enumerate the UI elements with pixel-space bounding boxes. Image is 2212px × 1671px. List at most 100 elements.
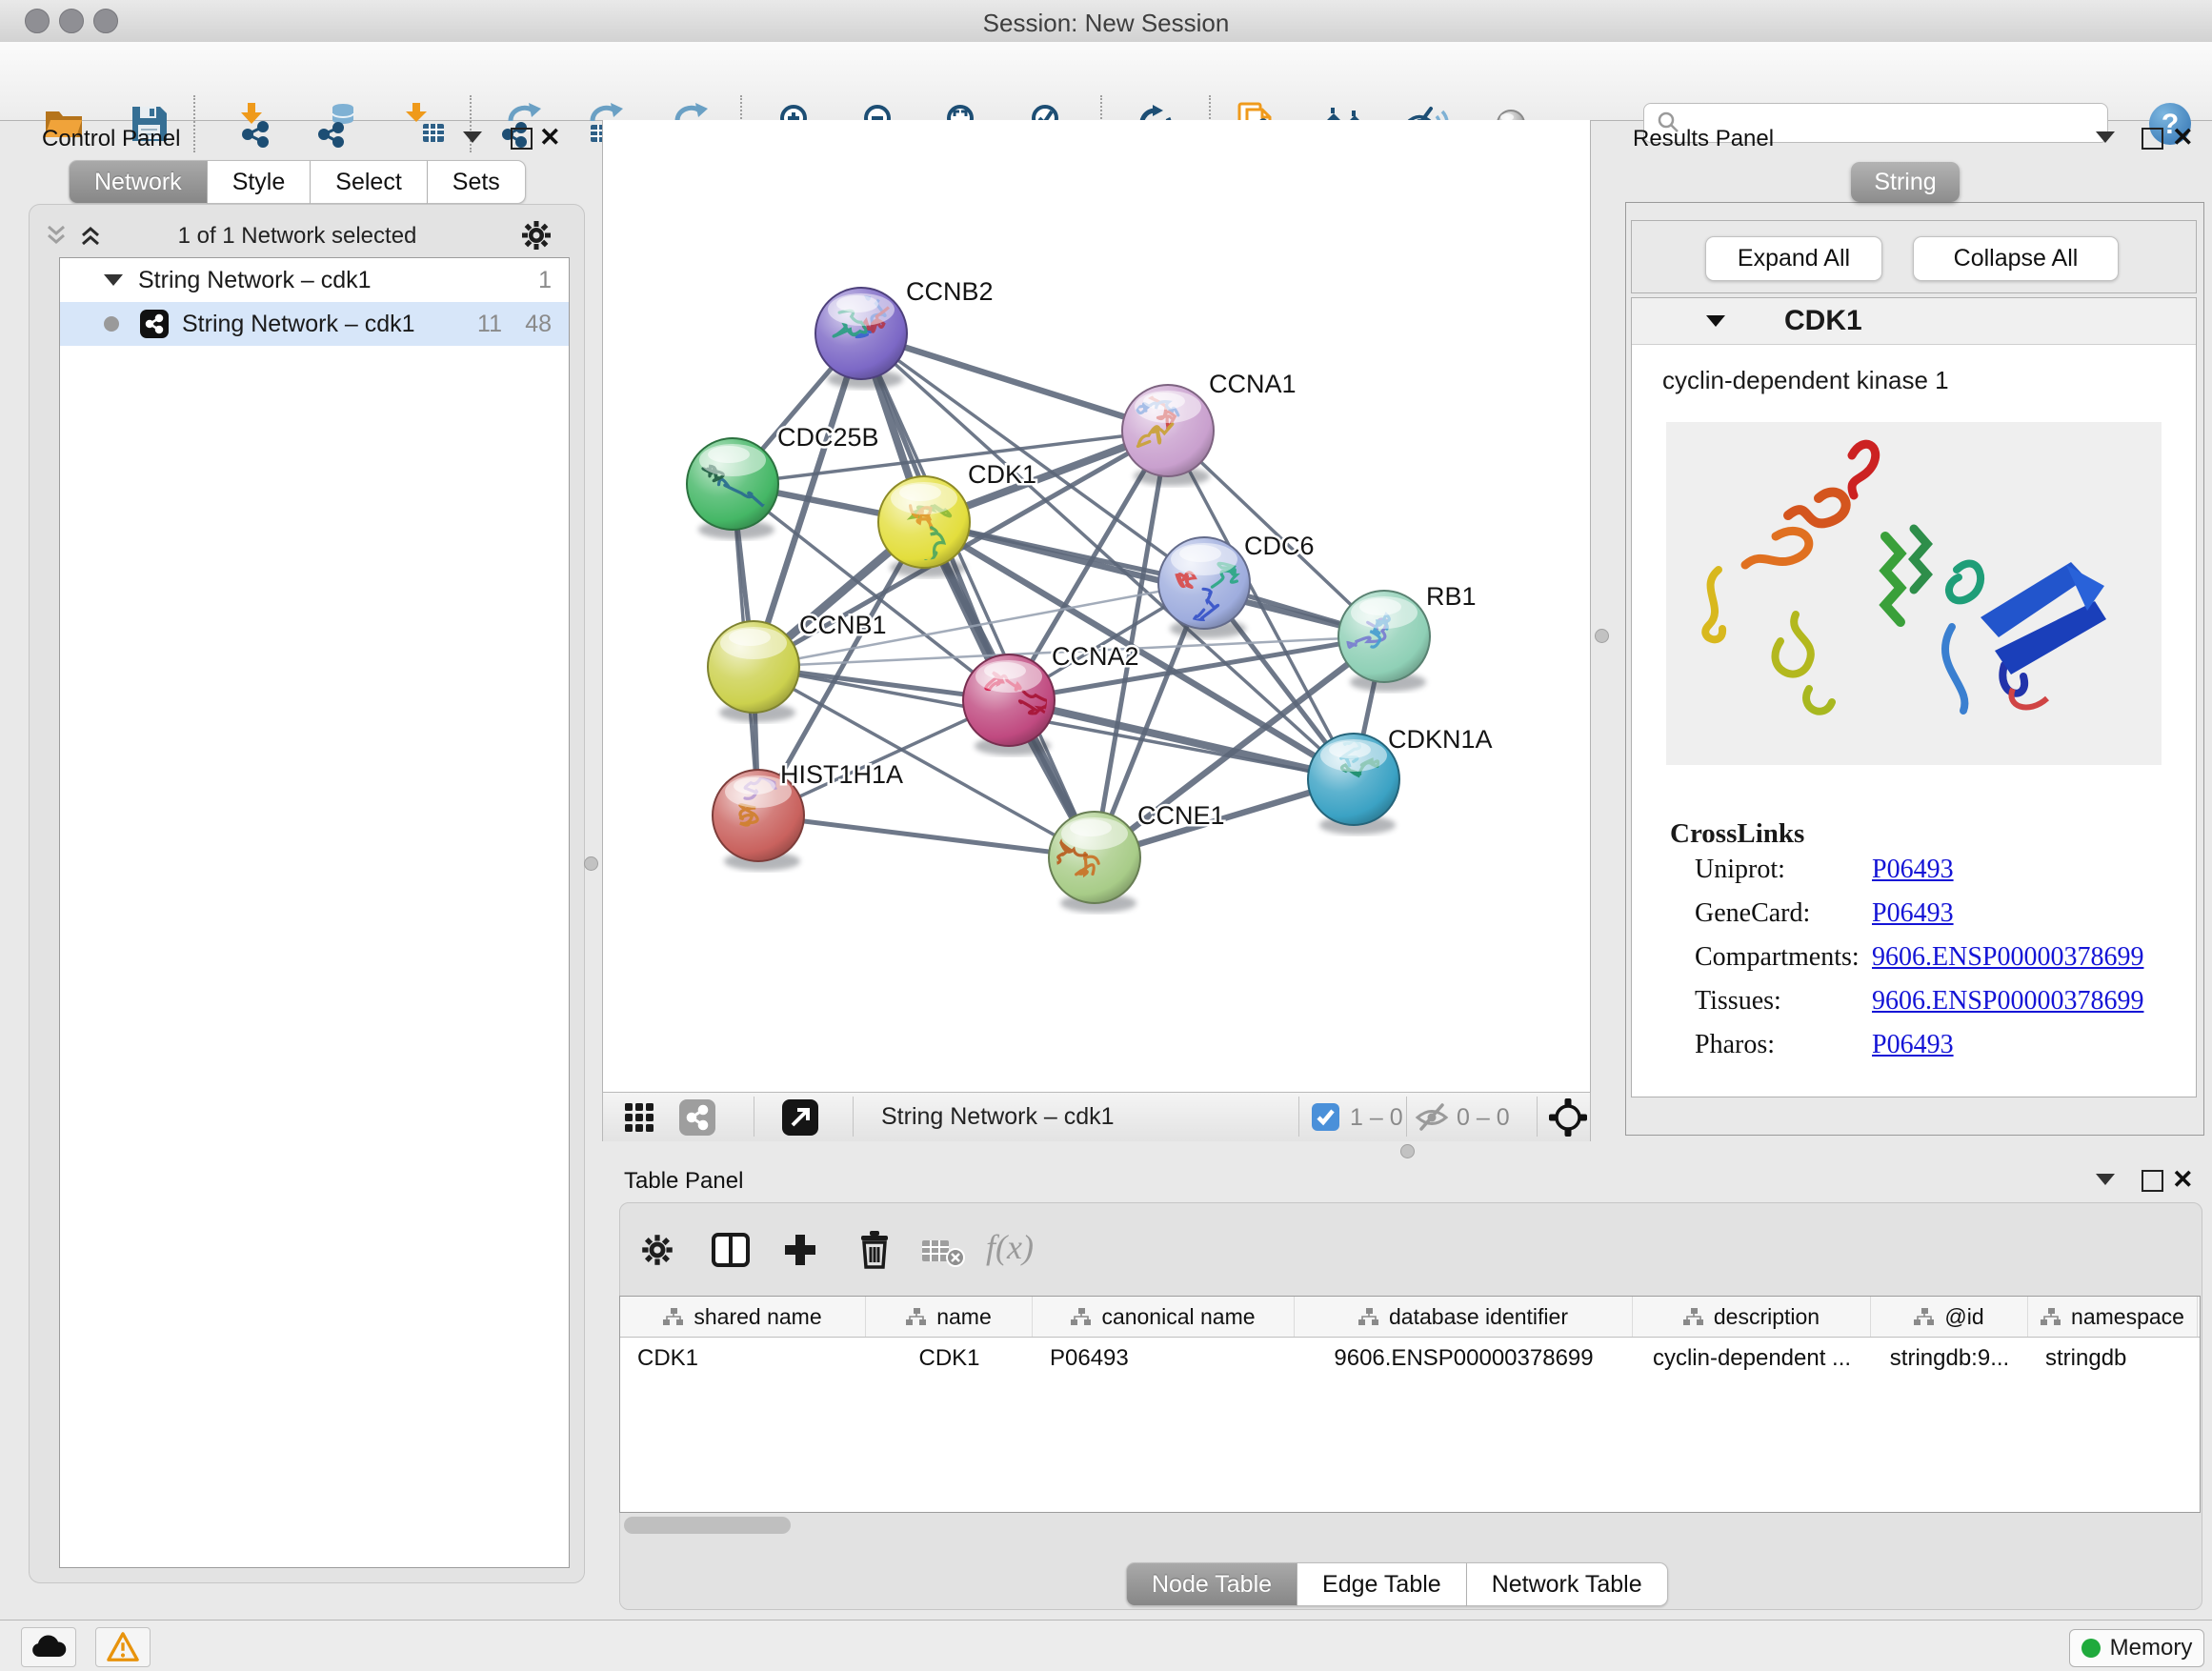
- table-horizontal-scrollbar[interactable]: [624, 1517, 791, 1534]
- network-view-toolbar: String Network – cdk1 1 – 0 0 – 0: [602, 1092, 1591, 1141]
- tab-edge-table[interactable]: Edge Table: [1297, 1562, 1467, 1606]
- tab-sets[interactable]: Sets: [428, 160, 526, 204]
- fit-selected-crosshair-icon[interactable]: [1548, 1097, 1588, 1142]
- grid-view-icon[interactable]: [624, 1102, 654, 1137]
- edge-CCNB2-CCNA1[interactable]: [861, 333, 1168, 431]
- control-panel-tabs: NetworkStyleSelectSets: [69, 160, 526, 204]
- crosslink-value-link[interactable]: P06493: [1872, 1030, 1954, 1059]
- crosslink-value-link[interactable]: 9606.ENSP00000378699: [1872, 942, 2143, 972]
- column-header-name[interactable]: name: [866, 1297, 1033, 1337]
- network-canvas[interactable]: CCNB2CCNA1CDC25BCDK1CDC6RB1CCNB1CCNA2CDK…: [602, 120, 1591, 1092]
- crosslink-row: GeneCard:P06493: [1695, 898, 2171, 942]
- table-cell: CDK1: [620, 1338, 866, 1379]
- crosslink-value-link[interactable]: 9606.ENSP00000378699: [1872, 986, 2143, 1016]
- edge-CDK1-RB1[interactable]: [924, 522, 1384, 636]
- warnings-button[interactable]: [95, 1627, 151, 1667]
- tab-string[interactable]: String: [1851, 162, 1960, 202]
- network-node-CDK1[interactable]: [878, 476, 970, 582]
- delete-table-icon[interactable]: [920, 1237, 966, 1274]
- cloud-status-button[interactable]: [21, 1627, 76, 1667]
- table-header-row: shared namenamecanonical namedatabase id…: [620, 1297, 2200, 1338]
- network-graph[interactable]: CCNB2CCNA1CDC25BCDK1CDC6RB1CCNB1CCNA2CDK…: [603, 120, 1590, 1090]
- delete-column-trash-icon[interactable]: [855, 1229, 894, 1274]
- crosslink-label: Uniprot:: [1695, 855, 1872, 885]
- birds-eye-view-icon[interactable]: [782, 1099, 818, 1136]
- network-row[interactable]: String Network – cdk1 11 48: [60, 302, 569, 346]
- network-node-count: 11: [477, 311, 502, 338]
- network-collection-row[interactable]: String Network – cdk1 1: [60, 258, 569, 302]
- table-body: CDK1CDK1P064939606.ENSP00000378699cyclin…: [620, 1338, 2200, 1379]
- hidden-node-edge-counts: 0 – 0: [1457, 1104, 1510, 1132]
- left-splitter-handle[interactable]: [584, 856, 598, 871]
- column-header-canonical-name[interactable]: canonical name: [1033, 1297, 1295, 1337]
- control-panel-menu-icon[interactable]: [463, 131, 482, 143]
- window-title: Session: New Session: [0, 9, 2212, 38]
- import-network-file-icon[interactable]: [231, 99, 280, 149]
- results-panel-close-icon[interactable]: ✕: [2172, 125, 2194, 151]
- network-status-dot-icon: [104, 316, 119, 332]
- table-row[interactable]: CDK1CDK1P064939606.ENSP00000378699cyclin…: [620, 1338, 2200, 1379]
- network-share-view-icon[interactable]: [679, 1099, 715, 1136]
- right-splitter-handle[interactable]: [1595, 629, 1609, 643]
- column-header-@id[interactable]: @id: [1871, 1297, 2028, 1337]
- network-node-CDC6[interactable]: [1158, 537, 1250, 638]
- table-panel-close-icon[interactable]: ✕: [2172, 1167, 2194, 1193]
- crosslink-value-link[interactable]: P06493: [1872, 898, 1954, 928]
- gene-symbol: CDK1: [1784, 305, 1862, 337]
- tab-select[interactable]: Select: [311, 160, 427, 204]
- collection-count: 1: [538, 267, 552, 294]
- results-panel-menu-icon[interactable]: [2096, 131, 2115, 143]
- table-cell: CDK1: [866, 1338, 1033, 1379]
- import-table-file-icon[interactable]: [400, 99, 450, 149]
- column-header-shared-name[interactable]: shared name: [620, 1297, 866, 1337]
- hidden-eye-icon[interactable]: [1415, 1101, 1449, 1138]
- gene-card-header[interactable]: CDK1: [1632, 298, 2196, 345]
- selected-node-edge-counts: 1 – 0: [1350, 1104, 1403, 1132]
- network-node-CCNA1[interactable]: [1122, 385, 1214, 486]
- network-node-CCNA2[interactable]: [963, 654, 1055, 755]
- control-panel-close-icon[interactable]: ✕: [539, 125, 561, 151]
- netbar-separator: [1406, 1097, 1407, 1137]
- status-bar: [0, 1620, 2212, 1671]
- crosslink-row: Compartments:9606.ENSP00000378699: [1695, 942, 2171, 986]
- network-node-CCNB1[interactable]: [708, 621, 799, 722]
- node-label-CCNA1: CCNA1: [1209, 370, 1297, 398]
- memory-button[interactable]: Memory: [2069, 1629, 2204, 1667]
- selected-checkbox-icon[interactable]: [1312, 1103, 1339, 1131]
- table-panel-menu-icon[interactable]: [2096, 1174, 2115, 1185]
- show-columns-icon[interactable]: [711, 1231, 751, 1274]
- toolbar-separator: [470, 95, 472, 152]
- network-view-title: String Network – cdk1: [881, 1103, 1115, 1131]
- network-node-CDKN1A[interactable]: [1308, 734, 1399, 835]
- string-network-icon: [140, 310, 169, 338]
- control-panel-float-icon[interactable]: [511, 128, 533, 150]
- cloud-icon: [30, 1634, 68, 1661]
- table-options-gear-icon[interactable]: [638, 1231, 676, 1274]
- network-node-CCNE1[interactable]: [1045, 812, 1140, 913]
- column-header-namespace[interactable]: namespace: [2028, 1297, 2198, 1337]
- tab-style[interactable]: Style: [208, 160, 312, 204]
- node-label-CDKN1A: CDKN1A: [1388, 725, 1493, 754]
- expand-all-button[interactable]: Expand All: [1705, 236, 1882, 281]
- collapse-all-button[interactable]: Collapse All: [1913, 236, 2119, 281]
- bottom-splitter-handle[interactable]: [1400, 1144, 1415, 1158]
- results-panel-float-icon[interactable]: [2142, 128, 2163, 150]
- node-label-CCNB1: CCNB1: [799, 611, 887, 639]
- network-node-RB1[interactable]: [1338, 591, 1430, 692]
- tab-network[interactable]: Network: [69, 160, 208, 204]
- table-panel-float-icon[interactable]: [2142, 1170, 2163, 1192]
- edge-CCNE1-HIST1H1A[interactable]: [758, 815, 1095, 857]
- network-list-options-gear-icon[interactable]: [518, 217, 554, 258]
- import-network-database-icon[interactable]: [312, 99, 362, 149]
- function-builder-icon[interactable]: f(x): [986, 1227, 1034, 1267]
- column-header-description[interactable]: description: [1633, 1297, 1871, 1337]
- crosslink-value-link[interactable]: P06493: [1872, 855, 1954, 884]
- network-node-CDC25B[interactable]: [687, 438, 778, 539]
- crosslink-label: Pharos:: [1695, 1030, 1872, 1060]
- tab-network-table[interactable]: Network Table: [1467, 1562, 1668, 1606]
- add-column-icon[interactable]: [781, 1231, 819, 1274]
- gene-disclosure-icon[interactable]: [1706, 315, 1725, 327]
- column-header-database-identifier[interactable]: database identifier: [1295, 1297, 1633, 1337]
- collection-disclosure-icon[interactable]: [104, 274, 123, 286]
- tab-node-table[interactable]: Node Table: [1126, 1562, 1297, 1606]
